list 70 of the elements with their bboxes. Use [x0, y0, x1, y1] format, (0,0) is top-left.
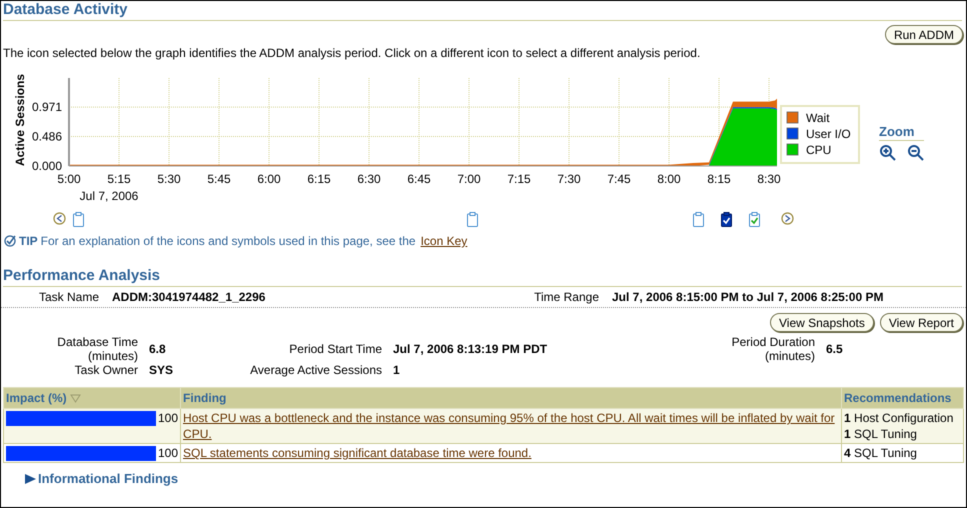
x-tick-label: 7:15 — [507, 172, 531, 186]
clipboard-icon[interactable] — [693, 212, 704, 227]
y-tick-label: 0.486 — [32, 130, 62, 144]
tip-text: For an explanation of the icons and symbols used in this page, see the — [40, 234, 416, 248]
zoom-out-icon[interactable] — [907, 144, 925, 162]
field-label: Database Time (minutes) — [56, 335, 138, 363]
clipboard-icon[interactable] — [467, 212, 478, 227]
chart-date: Jul 7, 2006 — [80, 189, 138, 202]
legend-swatch — [786, 144, 798, 156]
field-value: Jul 7, 2006 8:15:00 PM to Jul 7, 2006 8:25:00 PM — [612, 290, 884, 304]
view-snapshots-button[interactable]: View Snapshots — [770, 313, 874, 332]
x-tick-label: 8:30 — [757, 172, 781, 186]
x-tick-label: 6:45 — [407, 172, 431, 186]
y-axis-title: Active Sessions — [13, 74, 27, 166]
legend-label: User I/O — [806, 127, 851, 141]
view-report-button[interactable]: View Report — [880, 313, 963, 332]
recommendation-text: 1 SQL Tuning — [844, 426, 918, 442]
field-label: Time Range — [533, 290, 599, 304]
section-title: Performance Analysis — [3, 267, 160, 285]
zoom-in-icon[interactable] — [879, 144, 897, 162]
x-tick-label: 6:30 — [357, 172, 381, 186]
x-tick-label: 6:00 — [257, 172, 281, 186]
recommendation-text: 4 SQL Tuning — [844, 445, 918, 461]
run-addm-button[interactable]: Run ADDM — [884, 25, 963, 44]
field-label: Average Active Sessions — [250, 363, 382, 377]
clipboard-icon[interactable] — [721, 212, 732, 227]
next-icon[interactable] — [781, 212, 794, 225]
x-tick-label: 7:45 — [607, 172, 631, 186]
field-value: Jul 7, 2006 8:13:19 PM PDT — [393, 342, 548, 356]
field-value: 1 — [393, 363, 401, 377]
zoom-label: Zoom — [879, 124, 924, 141]
field-label: Task Owner — [74, 363, 138, 377]
field-label: Period Duration (minutes) — [730, 335, 815, 363]
column-header[interactable]: Impact (%) — [4, 388, 181, 408]
x-tick-label: 6:15 — [307, 172, 331, 186]
legend-swatch — [786, 128, 798, 140]
expand-icon[interactable] — [24, 472, 37, 484]
x-tick-label: 5:30 — [157, 172, 181, 186]
x-tick-label: 7:30 — [557, 172, 581, 186]
legend-swatch — [786, 112, 798, 124]
field-value: 6.5 — [826, 342, 844, 356]
impact-value: 100 — [158, 410, 178, 426]
checkmark-icon — [4, 235, 16, 247]
x-tick-label: 7:00 — [457, 172, 481, 186]
informational-findings-link[interactable]: Informational Findings — [38, 471, 178, 486]
x-tick-label: 5:45 — [207, 172, 231, 186]
x-tick-label: 8:00 — [657, 172, 681, 186]
field-value: SYS — [149, 363, 174, 377]
x-tick-label: 5:15 — [107, 172, 131, 186]
section-title: Database Activity — [3, 1, 128, 19]
clipboard-icon[interactable] — [749, 212, 760, 227]
field-label: Task Name — [38, 290, 99, 304]
recommendation-text: 1 Host Configuration — [844, 410, 954, 426]
field-label: Period Start Time — [289, 342, 382, 356]
impact-value: 100 — [158, 445, 178, 461]
legend-label: CPU — [806, 143, 832, 157]
x-tick-label: 5:00 — [57, 172, 81, 186]
column-header[interactable]: Recommendations — [842, 388, 964, 408]
x-tick-label: 8:15 — [707, 172, 731, 186]
icon-key-link[interactable]: Icon Key — [420, 234, 468, 248]
clipboard-icon[interactable] — [73, 212, 84, 227]
field-value: 6.8 — [149, 342, 167, 356]
previous-icon[interactable] — [53, 212, 66, 225]
y-tick-label: 0.971 — [32, 100, 62, 114]
instructions-text: The icon selected below the graph identifies the ADDM analysis period. Click on a different icon to select a different analysis period. — [3, 45, 702, 61]
y-tick-label: 0.000 — [32, 159, 62, 173]
legend-label: Wait — [806, 111, 830, 125]
column-header[interactable]: Finding — [180, 388, 842, 408]
field-value: ADDM:3041974482_1_2296 — [112, 290, 266, 304]
tip-label: TIP — [19, 234, 38, 248]
